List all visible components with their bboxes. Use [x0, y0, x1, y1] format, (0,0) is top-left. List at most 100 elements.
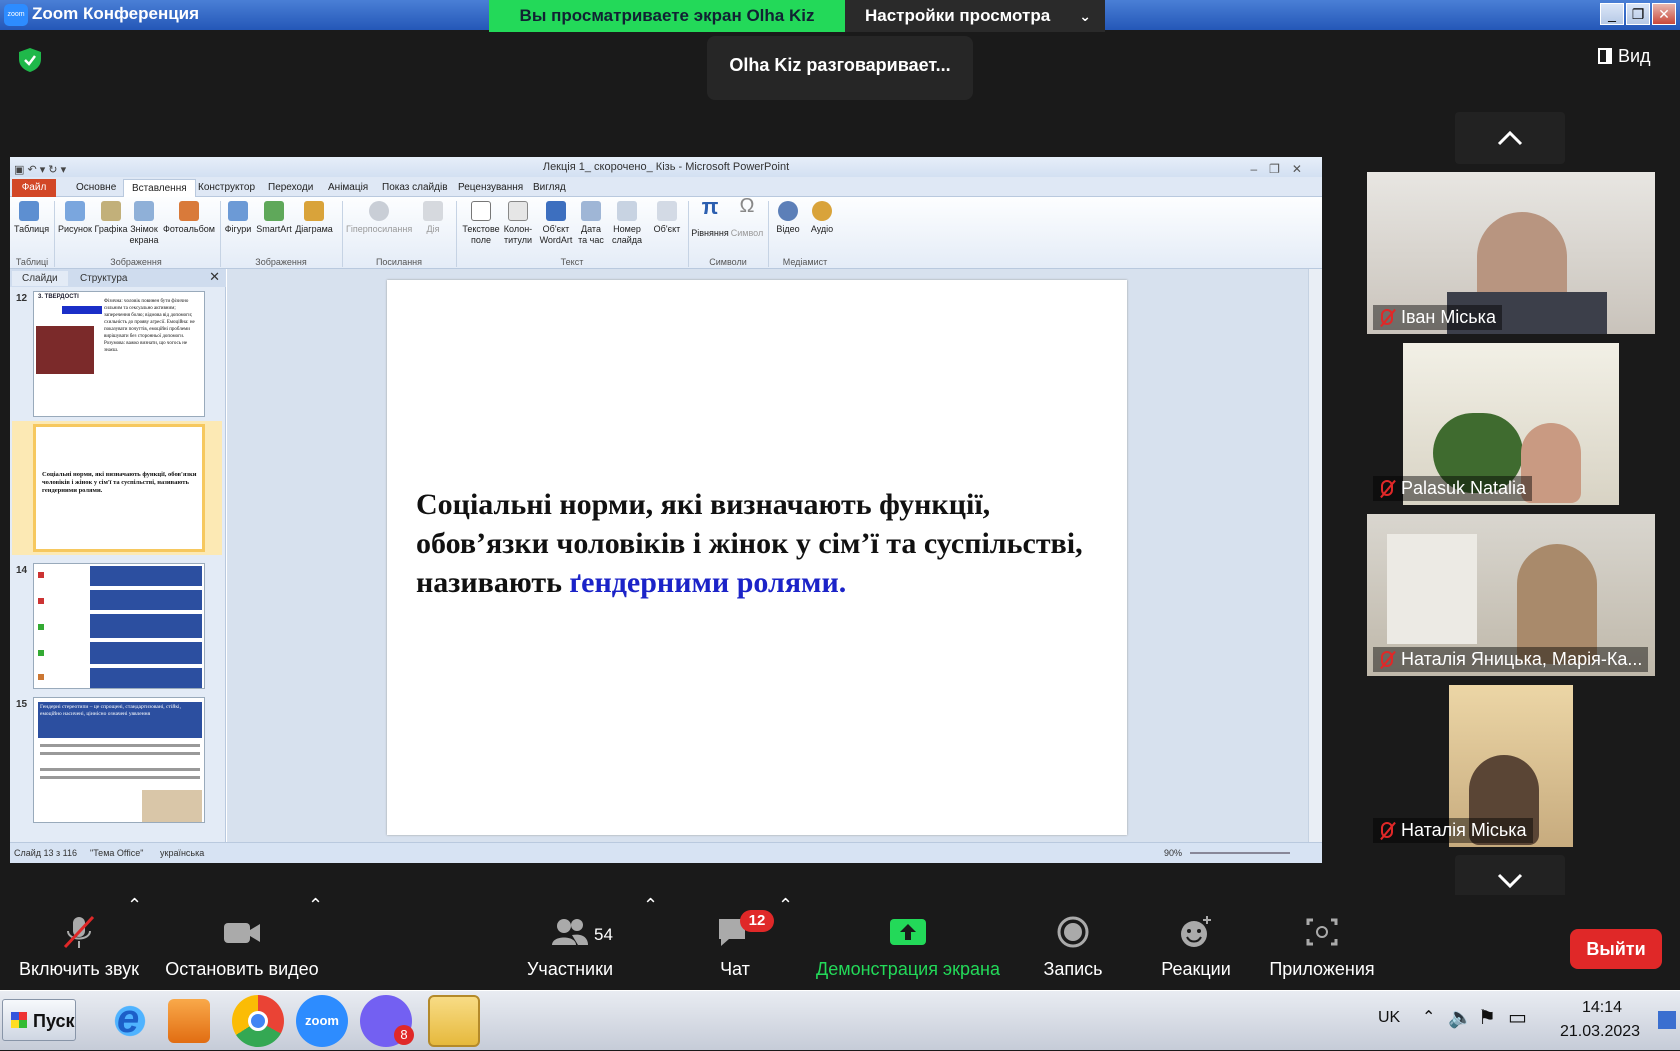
current-slide[interactable]: Соціальні норми, які визначають функції,… [387, 280, 1127, 835]
zoom-slider[interactable] [1190, 852, 1290, 854]
record-button[interactable]: Запись [1036, 895, 1110, 980]
slide-thumbnail[interactable] [33, 563, 205, 689]
tab-transitions[interactable]: Переходи [260, 179, 321, 197]
insert-hyperlink-button[interactable]: Гіперпосилання [346, 201, 412, 235]
insert-clipart-button[interactable]: Графіка [94, 201, 128, 235]
zoom-logo-icon: zoom [4, 4, 28, 26]
tab-review[interactable]: Рецензування [450, 179, 531, 197]
clock-time[interactable]: 14:14 [1582, 999, 1622, 1017]
restore-button[interactable]: ❐ [1626, 3, 1650, 25]
tab-animation[interactable]: Анімація [320, 179, 376, 197]
tab-insert[interactable]: Вставлення [123, 179, 196, 197]
datetime-icon [581, 201, 601, 221]
insert-chart-button[interactable]: Діаграма [294, 201, 334, 235]
close-icon[interactable]: ✕ [209, 269, 220, 285]
minimize-button[interactable]: _ [1600, 3, 1624, 25]
security-shield-icon[interactable] [16, 46, 44, 74]
participants-options-caret[interactable]: ⌃ [643, 895, 658, 916]
share-screen-button[interactable]: Демонстрация экрана [810, 895, 1006, 980]
close-button[interactable]: ✕ [1652, 3, 1676, 25]
participant-tile[interactable]: Palasuk Natalia [1367, 343, 1655, 505]
insert-screenshot-button[interactable]: Знімок екрана [128, 201, 160, 246]
insert-equation-button[interactable]: π Рівняння [690, 196, 730, 239]
insert-wordart-button[interactable]: Об'єкт WordArt [536, 201, 576, 246]
record-icon [1057, 916, 1089, 948]
apps-button[interactable]: Приложения [1262, 895, 1382, 980]
tab-outline[interactable]: Структура [70, 271, 137, 286]
smartart-icon [264, 201, 284, 221]
insert-photoalbum-button[interactable]: Фотоальбом [162, 201, 216, 235]
tab-view[interactable]: Вигляд [525, 179, 574, 197]
talking-indicator: Olha Kiz разговаривает... [707, 36, 973, 100]
insert-slidenumber-button[interactable]: Номер слайда [610, 201, 644, 246]
slidenumber-icon [617, 201, 637, 221]
network-icon[interactable]: ▭ [1508, 1005, 1527, 1030]
media-player-icon[interactable] [168, 999, 210, 1043]
leave-button[interactable]: Выйти [1570, 929, 1662, 969]
reactions-icon [1181, 916, 1211, 947]
tab-slideshow[interactable]: Показ слайдів [374, 179, 456, 197]
audio-options-caret[interactable]: ⌃ [127, 895, 142, 916]
unmute-button[interactable]: Включить звук [14, 895, 144, 980]
participant-tile[interactable]: Іван Міська [1367, 172, 1655, 334]
mic-muted-icon [1381, 309, 1393, 325]
vertical-scrollbar[interactable] [1308, 269, 1322, 842]
insert-smartart-button[interactable]: SmartArt [254, 201, 294, 235]
view-button[interactable]: Вид [1598, 46, 1651, 67]
group-label: Зображення [110, 257, 162, 267]
insert-datetime-button[interactable]: Дата та час [578, 201, 604, 246]
stop-video-button[interactable]: Остановить видео [162, 895, 322, 980]
language-indicator[interactable]: UK [1378, 1009, 1400, 1027]
pp-window-buttons[interactable]: –❐✕ [1251, 159, 1315, 179]
video-camera-icon [224, 923, 260, 943]
zoom-taskbar-icon[interactable]: zoom [296, 995, 348, 1047]
tab-home[interactable]: Основне [68, 179, 124, 197]
slide-thumbnail[interactable]: 3. ТВЕРДОСТІ Фізична: чоловік повинен бу… [33, 291, 205, 417]
slide-thumbnail-selected[interactable]: Соціальні норми, які визначають функції,… [33, 424, 205, 552]
tab-design[interactable]: Конструктор [190, 179, 263, 197]
mic-muted-icon [63, 915, 95, 949]
insert-object-button[interactable]: Об'єкт [650, 201, 684, 235]
insert-shapes-button[interactable]: Фігури [224, 201, 252, 235]
start-button[interactable]: Пуск [2, 999, 76, 1041]
insert-audio-button[interactable]: Аудіо [808, 201, 836, 235]
group-label: Посилання [375, 257, 423, 267]
participant-name: Palasuk Natalia [1373, 476, 1533, 501]
insert-textbox-button[interactable]: Текстове поле [462, 201, 500, 246]
chat-button[interactable]: Чат [700, 895, 770, 980]
chat-options-caret[interactable]: ⌃ [778, 895, 793, 916]
volume-icon[interactable]: 🔈 [1448, 1005, 1473, 1030]
video-options-caret[interactable]: ⌃ [308, 895, 323, 916]
status-language[interactable]: українська [160, 848, 204, 858]
scroll-up-button[interactable] [1455, 112, 1565, 164]
internet-explorer-icon[interactable]: e [104, 995, 156, 1047]
slide-text: Соціальні норми, які визначають функції,… [416, 488, 1083, 599]
participant-tile[interactable]: Наталія Яницька, Марія-Ка... [1367, 514, 1655, 676]
tab-slides[interactable]: Слайди [12, 271, 68, 286]
slide-thumbnail[interactable]: Гендерні стереотипи – це спрощені, станд… [33, 697, 205, 823]
show-desktop-button[interactable] [1658, 1011, 1676, 1029]
insert-picture-button[interactable]: Рисунок [56, 201, 94, 235]
mic-muted-icon [1381, 480, 1393, 496]
insert-header-button[interactable]: Колон-титули [502, 201, 534, 246]
status-zoom[interactable]: 90% [1164, 848, 1182, 858]
tab-file[interactable]: Файл [12, 179, 56, 197]
chrome-icon[interactable] [232, 995, 284, 1047]
insert-video-button[interactable]: Відео [774, 201, 802, 235]
insert-table-button[interactable]: Таблиця [14, 201, 49, 235]
file-explorer-icon[interactable] [428, 995, 480, 1047]
insert-symbol-button[interactable]: Ω Символ [730, 196, 764, 239]
action-center-flag-icon[interactable]: ⚑ [1478, 1005, 1496, 1030]
show-hidden-icons-icon[interactable]: ⌃ [1422, 1007, 1435, 1027]
clock-date[interactable]: 21.03.2023 [1560, 1023, 1640, 1041]
slide-number: 15 [16, 699, 28, 710]
reactions-button[interactable]: Реакции [1154, 895, 1238, 980]
participant-tile[interactable]: Наталія Міська [1367, 685, 1655, 847]
view-settings-dropdown[interactable]: Настройки просмотра ⌄ [845, 0, 1105, 32]
view-button-label: Вид [1618, 46, 1651, 66]
group-label: Символи [709, 257, 747, 267]
photoalbum-icon [179, 201, 199, 221]
status-slide: Слайд 13 з 116 [14, 848, 78, 858]
insert-action-button[interactable]: Дія [420, 201, 446, 235]
object-icon [657, 201, 677, 221]
